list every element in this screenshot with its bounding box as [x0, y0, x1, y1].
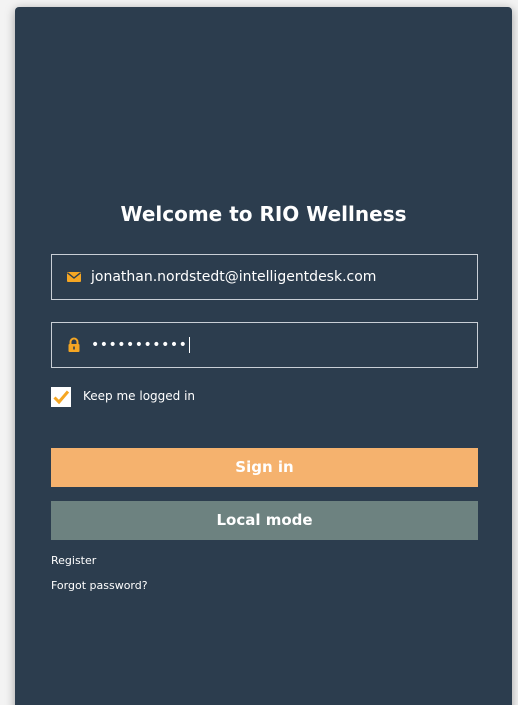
forgot-password-link[interactable]: Forgot password? — [51, 579, 148, 592]
envelope-icon — [66, 269, 82, 285]
password-dots: ••••••••••• — [91, 337, 188, 353]
keep-logged-in-label: Keep me logged in — [83, 389, 196, 403]
password-field[interactable]: ••••••••••• — [51, 322, 478, 368]
password-value: ••••••••••• — [91, 323, 191, 367]
login-panel: Welcome to RIO Wellness jonathan.nordste… — [15, 7, 512, 705]
register-link[interactable]: Register — [51, 554, 96, 567]
text-caret — [189, 337, 191, 353]
page-title: Welcome to RIO Wellness — [120, 202, 407, 226]
keep-logged-in-checkbox[interactable] — [51, 387, 71, 407]
local-mode-button[interactable]: Local mode — [51, 501, 478, 540]
lock-icon — [66, 337, 82, 353]
sign-in-button[interactable]: Sign in — [51, 448, 478, 487]
page: Welcome to RIO Wellness jonathan.nordste… — [0, 0, 518, 705]
email-field[interactable]: jonathan.nordstedt@intelligentdesk.com — [51, 254, 478, 300]
email-value: jonathan.nordstedt@intelligentdesk.com — [91, 269, 377, 285]
